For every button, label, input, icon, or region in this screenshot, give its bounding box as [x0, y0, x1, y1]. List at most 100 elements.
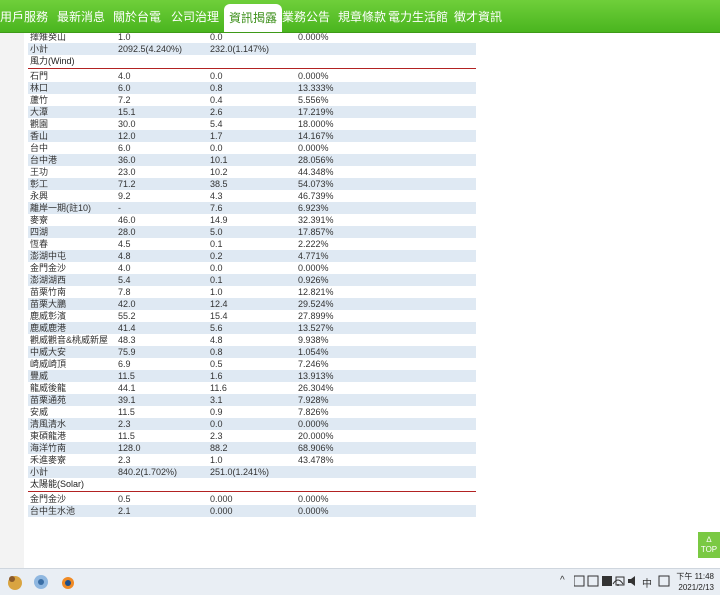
clock[interactable]: 下午 11:48 2021/2/13	[676, 571, 714, 593]
capacity-cell: 36.0	[118, 155, 136, 165]
capacity-cell: 42.0	[118, 299, 136, 309]
app-icon-1[interactable]	[6, 573, 24, 591]
station-name: 石門	[30, 71, 49, 81]
table-row: 中威大安 75.9 0.8 1.054%	[28, 346, 476, 358]
station-name: 蘆竹	[30, 95, 49, 105]
capacity-cell: 55.2	[118, 311, 136, 321]
capacity-cell: 23.0	[118, 167, 136, 177]
generation-cell: 232.0(1.147%)	[210, 44, 270, 54]
ratio-cell: 0.000%	[298, 143, 329, 153]
capacity-cell: 15.1	[118, 107, 136, 117]
table-row: 大潭 15.1 2.6 17.219%	[28, 106, 476, 118]
station-name: 台中港	[30, 155, 58, 165]
table-row: 觀園 30.0 5.4 18.000%	[28, 118, 476, 130]
left-margin	[0, 33, 24, 568]
section-header: 風力(Wind)	[28, 55, 476, 69]
table-row: 蘆竹 7.2 0.4 5.556%	[28, 94, 476, 106]
capacity-cell: 840.2(1.702%)	[118, 467, 178, 477]
ratio-cell: 7.826%	[298, 407, 329, 417]
table-row: 清風清水 2.3 0.0 0.000%	[28, 418, 476, 430]
ratio-cell: 46.739%	[298, 191, 334, 201]
generation-cell: 4.8	[210, 335, 223, 345]
table-row: 苗栗大鵬 42.0 12.4 29.524%	[28, 298, 476, 310]
station-name: 澎湖中屯	[30, 251, 67, 261]
table-row: 恆春 4.5 0.1 2.222%	[28, 238, 476, 250]
generation-cell: 1.7	[210, 131, 223, 141]
generation-cell: 0.0	[210, 419, 223, 429]
ratio-cell: 1.054%	[298, 347, 329, 357]
capacity-cell: 12.0	[118, 131, 136, 141]
ratio-cell: 29.524%	[298, 299, 334, 309]
ratio-cell: 18.000%	[298, 119, 334, 129]
blender-icon[interactable]	[58, 573, 76, 591]
generation-cell: 0.0	[210, 263, 223, 273]
nav-item[interactable]: 電力生活館	[388, 0, 448, 32]
capacity-cell: 0.5	[118, 494, 131, 504]
capacity-cell: 2.3	[118, 455, 131, 465]
ratio-cell: 2.222%	[298, 239, 329, 249]
nav-item[interactable]: 資訊揭露	[224, 4, 282, 32]
generation-cell: 0.9	[210, 407, 223, 417]
generation-cell: 0.0	[210, 143, 223, 153]
table-row: 鹿威彰濱 55.2 15.4 27.899%	[28, 310, 476, 322]
nav-item[interactable]: 公司治理	[168, 0, 222, 32]
station-name: 離岸一期(註10)	[30, 203, 92, 213]
nav-item[interactable]: 規章條款	[336, 0, 388, 32]
section-header: 太陽能(Solar)	[28, 478, 476, 492]
station-name: 金門金沙	[30, 263, 67, 273]
station-name: 崎威崎頂	[30, 359, 67, 369]
station-name: 苗栗竹南	[30, 287, 67, 297]
notification-icon[interactable]	[658, 575, 670, 590]
ratio-cell: 14.167%	[298, 131, 334, 141]
table-row: 金門金沙 0.5 0.000 0.000%	[28, 493, 476, 505]
capacity-cell: 46.0	[118, 215, 136, 225]
table-row: 金門金沙 4.0 0.0 0.000%	[28, 262, 476, 274]
generation-cell: 0.1	[210, 239, 223, 249]
chevron-up-icon[interactable]: ^	[560, 575, 565, 586]
capacity-cell: 41.4	[118, 323, 136, 333]
generation-cell: 2.6	[210, 107, 223, 117]
section-title: 太陽能(Solar)	[30, 479, 85, 489]
generation-cell: 1.0	[210, 287, 223, 297]
ratio-cell: 13.333%	[298, 83, 334, 93]
table-row: 永興 9.2 4.3 46.739%	[28, 190, 476, 202]
station-name: 麥寮	[30, 215, 49, 225]
capacity-cell: 1.0	[118, 33, 131, 42]
generation-cell: 2.3	[210, 431, 223, 441]
station-name: 安威	[30, 407, 49, 417]
speaker-icon[interactable]	[627, 575, 639, 590]
capacity-cell: 71.2	[118, 179, 136, 189]
capacity-cell: 6.9	[118, 359, 131, 369]
ratio-cell: 0.000%	[298, 71, 329, 81]
station-name: 鹿威鹿港	[30, 323, 67, 333]
table-row: 擇雉癸山 1.0 0.0 0.000%	[28, 33, 476, 43]
nav-item[interactable]: 徵才資訊	[448, 0, 508, 32]
station-name: 澎湖湖西	[30, 275, 67, 285]
table-row: 鹿威鹿港 41.4 5.6 13.527%	[28, 322, 476, 334]
generation-cell: 15.4	[210, 311, 228, 321]
generation-cell: 0.000	[210, 506, 233, 516]
ime-indicator[interactable]: 中	[642, 575, 652, 590]
ratio-cell: 12.821%	[298, 287, 334, 297]
station-name: 小計	[30, 44, 49, 54]
generation-cell: 0.1	[210, 275, 223, 285]
generation-cell: 10.2	[210, 167, 228, 177]
capacity-cell: 2.3	[118, 419, 131, 429]
nav-item[interactable]: 最新消息	[56, 0, 106, 32]
wifi-icon[interactable]	[612, 575, 624, 590]
nav-item[interactable]: 業務公告	[280, 0, 332, 32]
generation-cell: 0.8	[210, 347, 223, 357]
station-name: 永興	[30, 191, 49, 201]
table-row: 苗栗通苑 39.1 3.1 7.928%	[28, 394, 476, 406]
generation-cell: 11.6	[210, 383, 227, 393]
app-icon-2[interactable]	[32, 573, 50, 591]
nav-item[interactable]: 用戶服務	[0, 0, 48, 32]
capacity-cell: 48.3	[118, 335, 136, 345]
back-to-top-button[interactable]: ∆ TOP	[698, 532, 720, 558]
nav-item[interactable]: 關於台電	[112, 0, 162, 32]
right-margin	[476, 33, 720, 568]
capacity-cell: 11.5	[118, 371, 135, 381]
generation-cell: 5.6	[210, 323, 223, 333]
generation-cell: 4.3	[210, 191, 223, 201]
ratio-cell: 26.304%	[298, 383, 334, 393]
